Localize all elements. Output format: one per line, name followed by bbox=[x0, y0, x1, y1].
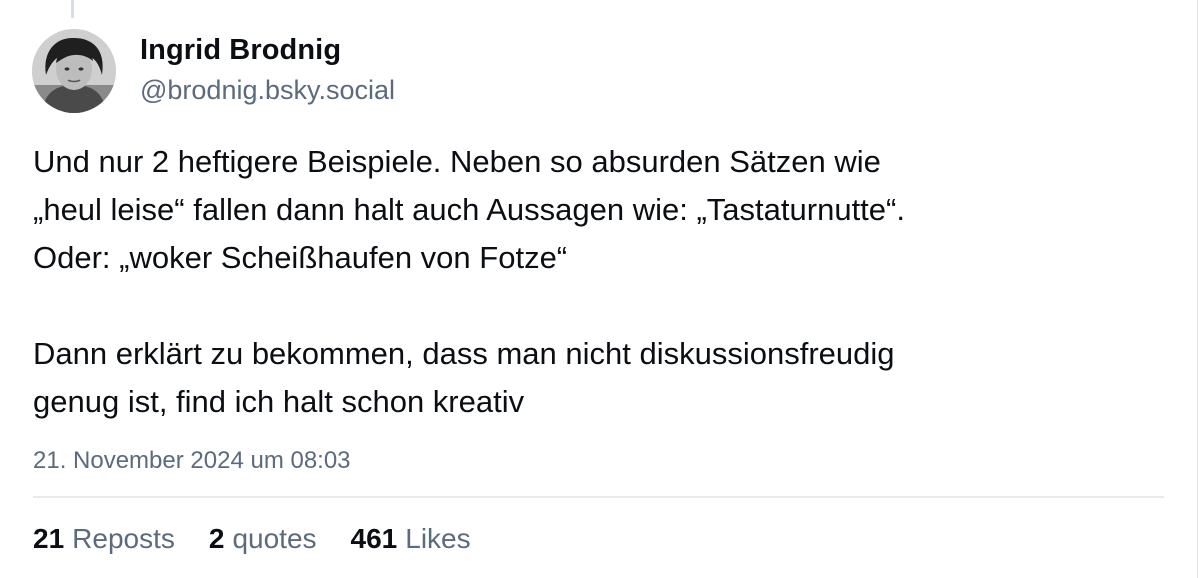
likes-label: Likes bbox=[405, 523, 471, 554]
avatar-portrait bbox=[32, 29, 116, 113]
post-view: Ingrid Brodnig @brodnig.bsky.social Und … bbox=[0, 0, 1198, 578]
quotes-stat[interactable]: 2 quotes bbox=[209, 519, 317, 559]
quotes-label: quotes bbox=[232, 523, 317, 554]
engagement-stats: 21 Reposts 2 quotes 461 Likes bbox=[33, 519, 471, 559]
post-text: Und nur 2 heftigere Beispiele. Neben so … bbox=[33, 138, 1163, 426]
post-text-line: genug ist, find ich halt schon kreativ bbox=[33, 384, 525, 419]
author-display-name[interactable]: Ingrid Brodnig bbox=[140, 30, 341, 70]
reposts-stat[interactable]: 21 Reposts bbox=[33, 519, 175, 559]
likes-stat[interactable]: 461 Likes bbox=[351, 519, 471, 559]
likes-count: 461 bbox=[350, 523, 398, 554]
reposts-label: Reposts bbox=[72, 523, 175, 554]
post-text-line: „heul leise“ fallen dann halt auch Aussa… bbox=[33, 192, 905, 227]
post-text-line: Oder: „woker Scheißhaufen von Fotze“ bbox=[33, 240, 568, 275]
quotes-count: 2 bbox=[208, 523, 225, 554]
divider bbox=[33, 496, 1164, 498]
thread-connector-line bbox=[71, 0, 74, 18]
post-text-line: Dann erklärt zu bekommen, dass man nicht… bbox=[33, 336, 895, 371]
author-handle[interactable]: @brodnig.bsky.social bbox=[140, 71, 395, 109]
post-text-line: Und nur 2 heftigere Beispiele. Neben so … bbox=[33, 144, 881, 179]
reposts-count: 21 bbox=[33, 523, 65, 554]
post-timestamp[interactable]: 21. November 2024 um 08:03 bbox=[33, 444, 351, 478]
avatar[interactable] bbox=[32, 29, 116, 113]
